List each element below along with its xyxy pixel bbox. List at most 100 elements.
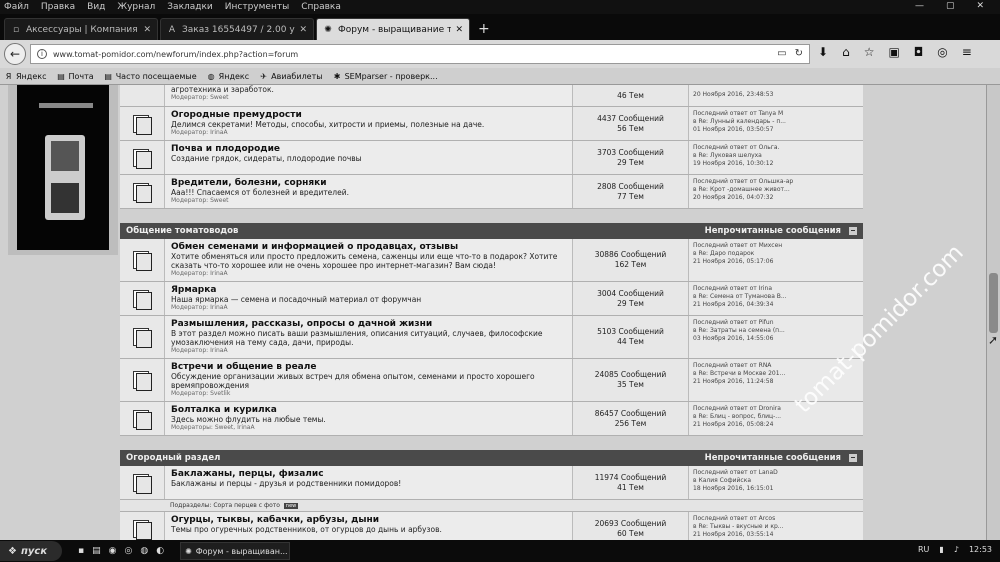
board-row[interactable]: Размышления, рассказы, опросы о дачной ж… bbox=[120, 316, 863, 359]
app-icon-2[interactable]: ◐ bbox=[156, 546, 164, 556]
board-title-link[interactable]: Болталка и курилка bbox=[171, 405, 566, 415]
board-moderator[interactable]: Модератор: IrinaA bbox=[171, 347, 566, 354]
bookmark-mail[interactable]: ▤ Почта bbox=[56, 72, 93, 81]
new-tab-button[interactable]: + bbox=[472, 18, 496, 40]
volume-icon[interactable]: ♪ bbox=[954, 545, 959, 554]
board-moderator[interactable]: Модератор: IrinaA bbox=[171, 270, 566, 277]
last-post-author[interactable]: Последний ответ от Ольшка-ар bbox=[693, 178, 859, 186]
tab-accessories[interactable]: ▫ Аксессуары | Компания Wa... ✕ bbox=[4, 18, 158, 40]
page-scrollbar[interactable] bbox=[986, 85, 1000, 540]
board-row[interactable]: Почва и плодородие Создание грядок, сиде… bbox=[120, 141, 863, 175]
last-post-topic[interactable]: в Re: Затраты на семена (п... bbox=[693, 327, 859, 335]
board-title-link[interactable]: Баклажаны, перцы, физалис bbox=[171, 469, 566, 479]
home-icon[interactable]: ⌂ bbox=[842, 45, 850, 59]
last-post-topic[interactable]: в Re: Тыквы - вкусные и кр... bbox=[693, 523, 859, 531]
menu-edit[interactable]: Правка bbox=[41, 2, 75, 12]
download-icon[interactable]: ⬇ bbox=[818, 45, 828, 59]
tab-order[interactable]: A Заказ 16554497 / 2.00 у.е. / ... ✕ bbox=[160, 18, 314, 40]
last-post-author[interactable]: Последний ответ от Михсен bbox=[693, 242, 859, 250]
last-post-author[interactable]: Последний ответ от LanaD bbox=[693, 469, 859, 477]
hamburger-menu-icon[interactable]: ≡ bbox=[962, 45, 972, 59]
explorer-icon[interactable]: ▤ bbox=[92, 546, 101, 556]
board-row[interactable]: Вредители, болезни, сорняки Ааа!!! Спаса… bbox=[120, 175, 863, 209]
reload-icon[interactable]: ↻ bbox=[795, 48, 803, 59]
last-post-author[interactable]: Последний ответ от Tanya M bbox=[693, 110, 859, 118]
close-tab-icon[interactable]: ✕ bbox=[299, 25, 307, 35]
board-moderator[interactable]: Модератор: IrinaA bbox=[171, 304, 566, 311]
collapse-icon[interactable] bbox=[849, 453, 857, 462]
advertisement-banner[interactable] bbox=[17, 85, 109, 250]
maximize-button[interactable]: ▢ bbox=[946, 1, 955, 11]
last-post-author[interactable]: Последний ответ от Dronira bbox=[693, 405, 859, 413]
category-title[interactable]: Общение томатоводов bbox=[126, 226, 238, 236]
pocket-icon[interactable]: ◘ bbox=[914, 45, 924, 59]
address-bar[interactable]: i www.tomat-pomidor.com/newforum/index.p… bbox=[30, 44, 810, 64]
board-title-link[interactable]: Огородные премудрости bbox=[171, 110, 566, 120]
menu-help[interactable]: Справка bbox=[301, 2, 341, 12]
start-button[interactable]: ❖ пуск bbox=[0, 541, 62, 561]
close-tab-icon[interactable]: ✕ bbox=[143, 25, 151, 35]
board-row[interactable]: Обмен семенами и информацией о продавцах… bbox=[120, 239, 863, 282]
board-moderator[interactable]: Модератор: Svetlik bbox=[171, 390, 566, 397]
board-title-link[interactable]: Ярмарка bbox=[171, 285, 566, 295]
board-title-link[interactable]: Вредители, болезни, сорняки bbox=[171, 178, 566, 188]
category-header[interactable]: Огородный раздел Непрочитанные сообщения bbox=[120, 450, 863, 466]
unread-posts-link[interactable]: Непрочитанные сообщения bbox=[705, 453, 841, 463]
app-icon[interactable]: ◍ bbox=[140, 546, 148, 556]
last-post-topic[interactable]: в Re: Крот -домашнее живот... bbox=[693, 186, 859, 194]
last-post-author[interactable]: Последний ответ от Irina bbox=[693, 285, 859, 293]
last-post-topic[interactable]: в Калия Софийска bbox=[693, 477, 859, 485]
browser-icon[interactable]: ◎ bbox=[124, 546, 132, 556]
board-title-link[interactable]: Обмен семенами и информацией о продавцах… bbox=[171, 242, 566, 252]
board-row[interactable]: Огурцы, тыквы, кабачки, арбузы, дыни Тем… bbox=[120, 512, 863, 540]
board-moderator[interactable]: Модератор: Sweet bbox=[171, 197, 566, 204]
board-row[interactable]: Болталка и курилка Здесь можно флудить н… bbox=[120, 402, 863, 436]
last-post-author[interactable]: Последний ответ от Arcos bbox=[693, 515, 859, 523]
minimize-button[interactable]: — bbox=[915, 1, 924, 11]
back-button[interactable]: ← bbox=[4, 43, 26, 65]
menu-tools[interactable]: Инструменты bbox=[225, 2, 289, 12]
taskbar-item-browser[interactable]: ✺ Форум - выращиван... bbox=[180, 542, 291, 560]
bookmark-yandex-2[interactable]: ◍ Яндекс bbox=[207, 72, 249, 81]
board-moderator[interactable]: Модератор: IrinaA bbox=[171, 129, 566, 136]
bookmark-frequent[interactable]: ▤ Часто посещаемые bbox=[104, 72, 196, 81]
extension-icon[interactable]: ◎ bbox=[937, 45, 947, 59]
last-post-author[interactable]: Последний ответ от Pifun bbox=[693, 319, 859, 327]
language-indicator[interactable]: RU bbox=[918, 545, 929, 554]
bookmark-yandex[interactable]: Я Яндекс bbox=[4, 72, 47, 81]
unread-posts-link[interactable]: Непрочитанные сообщения bbox=[705, 226, 841, 236]
desktop-icon[interactable]: ▪ bbox=[78, 546, 84, 556]
board-row[interactable]: Ярмарка Наша ярмарка — семена и посадочн… bbox=[120, 282, 863, 316]
close-window-button[interactable]: ✕ bbox=[976, 1, 984, 11]
last-post-topic[interactable]: в Re: Лунный календарь - п... bbox=[693, 118, 859, 126]
category-header[interactable]: Общение томатоводов Непрочитанные сообще… bbox=[120, 223, 863, 239]
board-title-link[interactable]: Встречи и общение в реале bbox=[171, 362, 566, 372]
reader-view-icon[interactable]: ▭ bbox=[777, 48, 786, 59]
last-post-topic[interactable]: в Re: Луковая шелуха bbox=[693, 152, 859, 160]
clipboard-icon[interactable]: ▣ bbox=[888, 45, 899, 59]
board-row[interactable]: Огородные премудрости Делимся секретами!… bbox=[120, 107, 863, 141]
last-post-topic[interactable]: в Re: Блиц - вопрос, блиц-... bbox=[693, 413, 859, 421]
subforum-link[interactable]: Подразделы: Сорта перцев с фото bbox=[170, 502, 280, 509]
last-post-topic[interactable]: в Re: Семена от Тумановa В... bbox=[693, 293, 859, 301]
board-title-link[interactable]: Почва и плодородие bbox=[171, 144, 566, 154]
board-row[interactable]: Встречи и общение в реале Обсуждение орг… bbox=[120, 359, 863, 402]
clock[interactable]: 12:53 bbox=[969, 545, 992, 554]
menu-bookmarks[interactable]: Закладки bbox=[167, 2, 213, 12]
menu-view[interactable]: Вид bbox=[87, 2, 105, 12]
menu-file[interactable]: Файл bbox=[4, 2, 29, 12]
category-title[interactable]: Огородный раздел bbox=[126, 453, 220, 463]
board-moderator[interactable]: Модераторы: Sweet, IrinaA bbox=[171, 424, 566, 431]
last-post-topic[interactable]: в Re: Даро подарок bbox=[693, 250, 859, 258]
scrollbar-thumb[interactable] bbox=[989, 273, 998, 333]
close-tab-icon[interactable]: ✕ bbox=[455, 25, 463, 35]
board-row[interactable]: агротехника и заработок. Модератор: Swee… bbox=[120, 85, 863, 107]
menu-history[interactable]: Журнал bbox=[117, 2, 155, 12]
board-title-link[interactable]: Огурцы, тыквы, кабачки, арбузы, дыни bbox=[171, 515, 566, 525]
board-row[interactable]: Баклажаны, перцы, физалис Баклажаны и пе… bbox=[120, 466, 863, 500]
last-post-author[interactable]: Последний ответ от Ольга. bbox=[693, 144, 859, 152]
board-title-link[interactable]: Размышления, рассказы, опросы о дачной ж… bbox=[171, 319, 566, 329]
bookmark-avia[interactable]: ✈ Авиабилеты bbox=[259, 72, 322, 81]
collapse-icon[interactable] bbox=[849, 226, 857, 235]
tab-forum[interactable]: ✺ Форум - выращивание тома... ✕ bbox=[316, 18, 470, 40]
